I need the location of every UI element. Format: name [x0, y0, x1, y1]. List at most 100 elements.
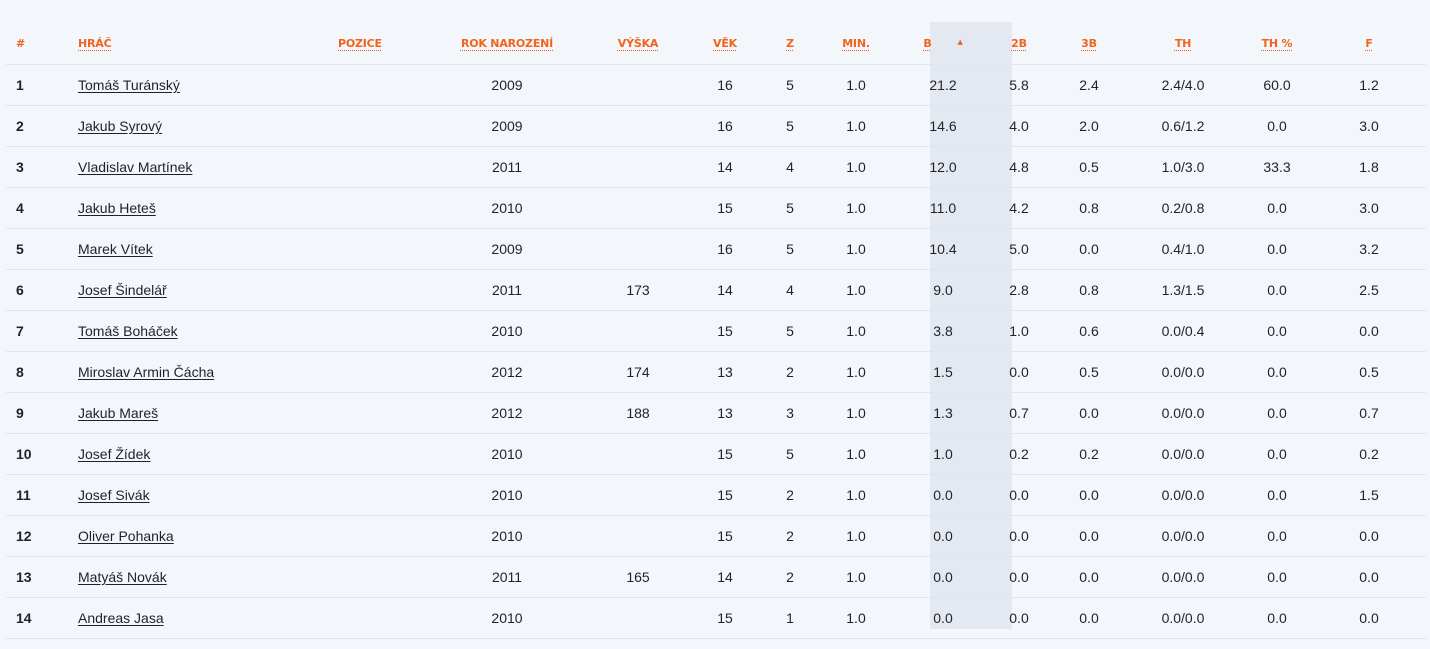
- cell-fouls: 1.2: [1312, 64, 1426, 106]
- cell-minutes: 1.0: [810, 597, 902, 639]
- cell-minutes: 1.0: [810, 433, 902, 475]
- cell-ft-percent: 0.0: [1242, 187, 1312, 229]
- col-header-games[interactable]: Z: [770, 22, 810, 65]
- player-link[interactable]: Oliver Pohanka: [78, 528, 174, 544]
- cell-player: Matyáš Novák: [78, 556, 338, 598]
- cell-points: 10.4: [902, 228, 984, 270]
- col-header-height[interactable]: Výška: [596, 22, 680, 65]
- cell-ft-percent: 0.0: [1242, 433, 1312, 475]
- cell-games: 5: [770, 187, 810, 229]
- player-link[interactable]: Matyáš Novák: [78, 569, 167, 585]
- cell-three-pointers: 0.0: [1054, 515, 1124, 557]
- col-header-two-pointers[interactable]: 2B: [984, 22, 1054, 65]
- cell-points: 0.0: [902, 474, 984, 516]
- player-link[interactable]: Josef Sivák: [78, 487, 150, 503]
- cell-position: [338, 556, 418, 598]
- cell-rank: 4: [6, 187, 78, 229]
- table-row: 9 Jakub Mareš 2012 188 13 3 1.0 1.3 0.7 0.0 0.0/0.…: [6, 392, 1426, 434]
- cell-birth-year: 2012: [418, 351, 596, 393]
- col-header-player[interactable]: Hráč: [78, 22, 338, 65]
- cell-two-pointers: 0.0: [984, 597, 1054, 639]
- col-header-age[interactable]: Věk: [680, 22, 770, 65]
- player-link[interactable]: Jakub Mareš: [78, 405, 158, 421]
- cell-ft-percent: 0.0: [1242, 474, 1312, 516]
- cell-three-pointers: 2.0: [1054, 105, 1124, 147]
- player-link[interactable]: Jakub Syrový: [78, 118, 162, 134]
- col-header-three-pointers[interactable]: 3B: [1054, 22, 1124, 65]
- cell-fouls: 0.0: [1312, 515, 1426, 557]
- col-header-ft-percent[interactable]: TH %: [1242, 22, 1312, 65]
- cell-fouls: 0.2: [1312, 433, 1426, 475]
- cell-points: 21.2: [902, 64, 984, 106]
- player-link[interactable]: Josef Šindelář: [78, 282, 167, 298]
- cell-rank: 7: [6, 310, 78, 352]
- cell-birth-year: 2009: [418, 228, 596, 270]
- cell-fouls: 0.0: [1312, 310, 1426, 352]
- cell-fouls: 3.0: [1312, 105, 1426, 147]
- cell-ft-percent: 0.0: [1242, 310, 1312, 352]
- cell-height: [596, 310, 680, 352]
- table-row: 3 Vladislav Martínek 2011 14 4 1.0 12.0 4.8 0.5 1…: [6, 146, 1426, 188]
- cell-games: 2: [770, 474, 810, 516]
- col-header-birth-year[interactable]: Rok narození: [418, 22, 596, 65]
- cell-three-pointers: 0.0: [1054, 392, 1124, 434]
- cell-position: [338, 64, 418, 106]
- cell-minutes: 1.0: [810, 351, 902, 393]
- cell-height: [596, 105, 680, 147]
- cell-games: 5: [770, 228, 810, 270]
- cell-height: 188: [596, 392, 680, 434]
- cell-age: 15: [680, 515, 770, 557]
- cell-player: Jakub Heteš: [78, 187, 338, 229]
- player-link[interactable]: Vladislav Martínek: [78, 159, 192, 175]
- cell-points: 9.0: [902, 269, 984, 311]
- col-header-points[interactable]: B ▲: [902, 22, 984, 65]
- cell-birth-year: 2010: [418, 474, 596, 516]
- cell-three-pointers: 0.0: [1054, 228, 1124, 270]
- cell-fouls: 3.2: [1312, 228, 1426, 270]
- cell-two-pointers: 1.0: [984, 310, 1054, 352]
- cell-games: 4: [770, 269, 810, 311]
- cell-fouls: 3.0: [1312, 187, 1426, 229]
- col-header-free-throws[interactable]: TH: [1124, 22, 1242, 65]
- table-row: 14 Andreas Jasa 2010 15 1 1.0 0.0 0.0 0.0 0.0/0.0…: [6, 597, 1426, 639]
- cell-two-pointers: 0.0: [984, 351, 1054, 393]
- cell-age: 15: [680, 597, 770, 639]
- cell-minutes: 1.0: [810, 556, 902, 598]
- cell-rank: 11: [6, 474, 78, 516]
- player-link[interactable]: Josef Žídek: [78, 446, 150, 462]
- cell-games: 2: [770, 351, 810, 393]
- cell-games: 3: [770, 392, 810, 434]
- cell-games: 1: [770, 597, 810, 639]
- cell-minutes: 1.0: [810, 146, 902, 188]
- cell-ft-percent: 0.0: [1242, 556, 1312, 598]
- player-link[interactable]: Miroslav Armin Čácha: [78, 364, 214, 380]
- cell-birth-year: 2010: [418, 187, 596, 229]
- cell-fouls: 1.5: [1312, 474, 1426, 516]
- cell-two-pointers: 0.0: [984, 515, 1054, 557]
- cell-age: 16: [680, 105, 770, 147]
- table-row: 13 Matyáš Novák 2011 165 14 2 1.0 0.0 0.0 0.0 0.0/…: [6, 556, 1426, 598]
- player-link[interactable]: Marek Vítek: [78, 241, 153, 257]
- cell-points: 12.0: [902, 146, 984, 188]
- cell-height: [596, 515, 680, 557]
- col-header-fouls[interactable]: F: [1312, 22, 1426, 65]
- cell-rank: 14: [6, 597, 78, 639]
- cell-birth-year: 2011: [418, 146, 596, 188]
- cell-free-throws: 1.3/1.5: [1124, 269, 1242, 311]
- table-row: 12 Oliver Pohanka 2010 15 2 1.0 0.0 0.0 0.0 0.0/0…: [6, 515, 1426, 557]
- cell-three-pointers: 0.8: [1054, 269, 1124, 311]
- cell-ft-percent: 60.0: [1242, 64, 1312, 106]
- cell-rank: 1: [6, 64, 78, 106]
- col-header-position[interactable]: Pozice: [338, 22, 418, 65]
- cell-two-pointers: 4.8: [984, 146, 1054, 188]
- cell-birth-year: 2010: [418, 310, 596, 352]
- cell-games: 2: [770, 556, 810, 598]
- player-link[interactable]: Tomáš Turánský: [78, 77, 180, 93]
- player-stats-table: # Hráč Pozice Rok narození Výška Věk Z M…: [6, 22, 1426, 639]
- player-link[interactable]: Jakub Heteš: [78, 200, 156, 216]
- player-link[interactable]: Tomáš Boháček: [78, 323, 178, 339]
- cell-player: Vladislav Martínek: [78, 146, 338, 188]
- player-link[interactable]: Andreas Jasa: [78, 610, 164, 626]
- col-header-minutes[interactable]: Min.: [810, 22, 902, 65]
- cell-rank: 5: [6, 228, 78, 270]
